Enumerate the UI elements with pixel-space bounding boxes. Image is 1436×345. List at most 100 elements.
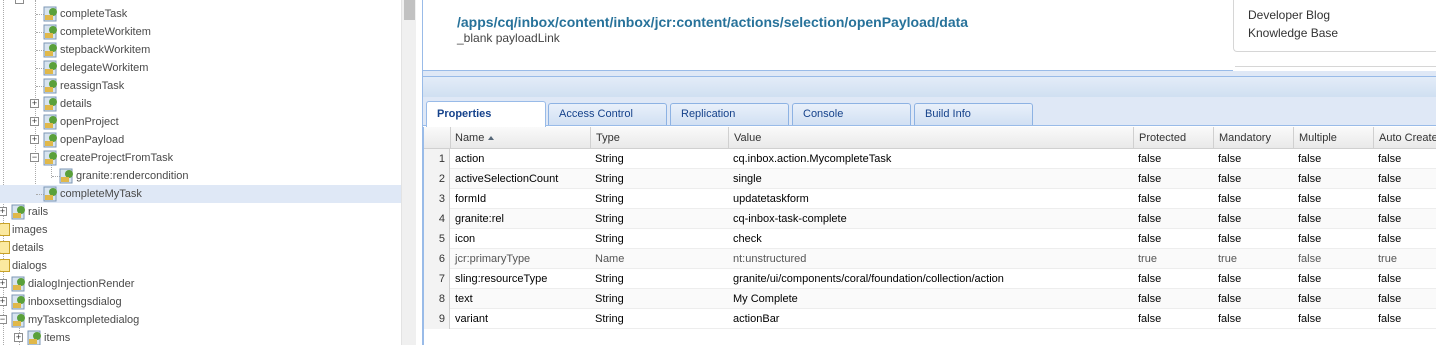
tab-properties[interactable]: Properties xyxy=(426,101,546,127)
cell-auto[interactable]: false xyxy=(1373,229,1436,249)
cell-type[interactable]: String xyxy=(590,269,728,289)
expand-toggle[interactable]: + xyxy=(0,297,7,306)
expand-toggle[interactable]: + xyxy=(0,207,7,216)
tree-item-mytaskcompletedialog[interactable]: − myTaskcompletedialog xyxy=(0,311,139,329)
cell-auto[interactable]: false xyxy=(1373,169,1436,189)
tree-item-details-2[interactable]: details xyxy=(0,239,44,257)
expand-toggle[interactable]: + xyxy=(14,333,23,342)
tree-item-delegateworkitem[interactable]: delegateWorkitem xyxy=(36,59,148,77)
tree-item-dialogs[interactable]: dialogs xyxy=(0,257,47,275)
table-row[interactable]: 7 sling:resourceType String granite/ui/comp… xyxy=(424,269,1436,289)
knowledge-base-link[interactable]: Knowledge Base xyxy=(1248,26,1338,40)
tab-access-control[interactable]: Access Control xyxy=(548,103,667,125)
column-header-auto-create[interactable]: Auto Create xyxy=(1373,127,1436,149)
table-row[interactable]: 4 granite:rel String cq-inbox-task-complete… xyxy=(424,209,1436,229)
cell-type[interactable]: String xyxy=(590,289,728,309)
panel-splitter[interactable] xyxy=(416,0,423,345)
table-row[interactable]: 3 formId String updatetaskform false false fal… xyxy=(424,189,1436,209)
cell-value[interactable]: single xyxy=(728,169,1133,189)
cell-protected[interactable]: false xyxy=(1133,289,1213,309)
cell-type[interactable]: String xyxy=(590,209,728,229)
collapse-toggle[interactable]: − xyxy=(15,0,24,4)
cell-auto[interactable]: true xyxy=(1373,249,1436,269)
tree-item-completeworkitem[interactable]: completeWorkitem xyxy=(36,23,151,41)
column-header-name[interactable]: Name xyxy=(450,127,590,149)
tree-item-openproject[interactable]: + openProject xyxy=(30,113,119,131)
cell-value[interactable]: nt:unstructured xyxy=(728,249,1133,269)
cell-name[interactable]: icon xyxy=(450,229,590,249)
cell-type[interactable]: Name xyxy=(590,249,728,269)
expand-toggle[interactable]: + xyxy=(0,279,7,288)
cell-protected[interactable]: false xyxy=(1133,169,1213,189)
cell-mandatory[interactable]: false xyxy=(1213,309,1293,329)
collapse-toggle[interactable]: − xyxy=(0,315,7,324)
scrollbar-thumb[interactable] xyxy=(404,0,415,20)
table-row[interactable]: 5 icon String check false false false false xyxy=(424,229,1436,249)
cell-type[interactable]: String xyxy=(590,229,728,249)
cell-name[interactable]: formId xyxy=(450,189,590,209)
cell-mandatory[interactable]: true xyxy=(1213,249,1293,269)
cell-type[interactable]: String xyxy=(590,189,728,209)
tree-item-rails[interactable]: + rails xyxy=(0,203,48,221)
cell-multiple[interactable]: false xyxy=(1293,189,1373,209)
cell-name[interactable]: variant xyxy=(450,309,590,329)
cell-value[interactable]: cq.inbox.action.MycompleteTask xyxy=(728,149,1133,169)
cell-auto[interactable]: false xyxy=(1373,309,1436,329)
cell-multiple[interactable]: false xyxy=(1293,269,1373,289)
cell-name[interactable]: activeSelectionCount xyxy=(450,169,590,189)
column-header-multiple[interactable]: Multiple xyxy=(1293,127,1373,149)
cell-multiple[interactable]: false xyxy=(1293,289,1373,309)
cell-protected[interactable]: false xyxy=(1133,269,1213,289)
cell-multiple[interactable]: false xyxy=(1293,149,1373,169)
expand-toggle[interactable]: + xyxy=(30,117,39,126)
cell-protected[interactable]: false xyxy=(1133,209,1213,229)
column-header-value[interactable]: Value xyxy=(728,127,1133,149)
tree-item-details[interactable]: + details xyxy=(30,95,92,113)
table-row[interactable]: 8 text String My Complete false false false fal… xyxy=(424,289,1436,309)
cell-mandatory[interactable]: false xyxy=(1213,229,1293,249)
cell-multiple[interactable]: false xyxy=(1293,309,1373,329)
developer-blog-link[interactable]: Developer Blog xyxy=(1248,8,1330,22)
cell-value[interactable]: My Complete xyxy=(728,289,1133,309)
cell-value[interactable]: updatetaskform xyxy=(728,189,1133,209)
tab-build-info[interactable]: Build Info xyxy=(914,103,1033,125)
cell-value[interactable]: cq-inbox-task-complete xyxy=(728,209,1133,229)
cell-protected[interactable]: false xyxy=(1133,189,1213,209)
cell-mandatory[interactable]: false xyxy=(1213,269,1293,289)
cell-type[interactable]: String xyxy=(590,169,728,189)
table-row[interactable]: 6 jcr:primaryType Name nt:unstructured true t… xyxy=(424,249,1436,269)
cell-name[interactable]: sling:resourceType xyxy=(450,269,590,289)
cell-mandatory[interactable]: false xyxy=(1213,189,1293,209)
cell-multiple[interactable]: false xyxy=(1293,249,1373,269)
cell-name[interactable]: granite:rel xyxy=(450,209,590,229)
cell-type[interactable]: String xyxy=(590,309,728,329)
tree-item-openpayload[interactable]: + openPayload xyxy=(30,131,124,149)
cell-auto[interactable]: false xyxy=(1373,289,1436,309)
tree-item-inboxsettingsdialog[interactable]: + inboxsettingsdialog xyxy=(0,293,122,311)
cell-mandatory[interactable]: false xyxy=(1213,209,1293,229)
cell-name[interactable]: text xyxy=(450,289,590,309)
tab-replication[interactable]: Replication xyxy=(670,103,789,125)
cell-value[interactable]: check xyxy=(728,229,1133,249)
tree-item-dialoginjectionrender[interactable]: + dialogInjectionRender xyxy=(0,275,134,293)
tree-item-items[interactable]: + items xyxy=(14,329,70,345)
cell-value[interactable]: granite/ui/components/coral/foundation/c… xyxy=(728,269,1133,289)
tree-item-completemytask[interactable]: completeMyTask xyxy=(0,185,401,203)
cell-auto[interactable]: false xyxy=(1373,149,1436,169)
cell-value[interactable]: actionBar xyxy=(728,309,1133,329)
table-row[interactable]: 9 variant String actionBar false false false fa… xyxy=(424,309,1436,329)
table-row[interactable]: 1 action String cq.inbox.action.MycompleteT… xyxy=(424,149,1436,169)
column-header-protected[interactable]: Protected xyxy=(1133,127,1213,149)
cell-multiple[interactable]: false xyxy=(1293,169,1373,189)
cell-name[interactable]: action xyxy=(450,149,590,169)
cell-protected[interactable]: false xyxy=(1133,149,1213,169)
table-row[interactable]: 2 activeSelectionCount String single false fa… xyxy=(424,169,1436,189)
cell-type[interactable]: String xyxy=(590,149,728,169)
tree-item-stepbackworkitem[interactable]: stepbackWorkitem xyxy=(36,41,150,59)
column-header-type[interactable]: Type xyxy=(590,127,728,149)
expand-toggle[interactable]: + xyxy=(30,135,39,144)
cell-name[interactable]: jcr:primaryType xyxy=(450,249,590,269)
cell-auto[interactable]: false xyxy=(1373,189,1436,209)
expand-toggle[interactable]: + xyxy=(30,99,39,108)
cell-protected[interactable]: false xyxy=(1133,309,1213,329)
